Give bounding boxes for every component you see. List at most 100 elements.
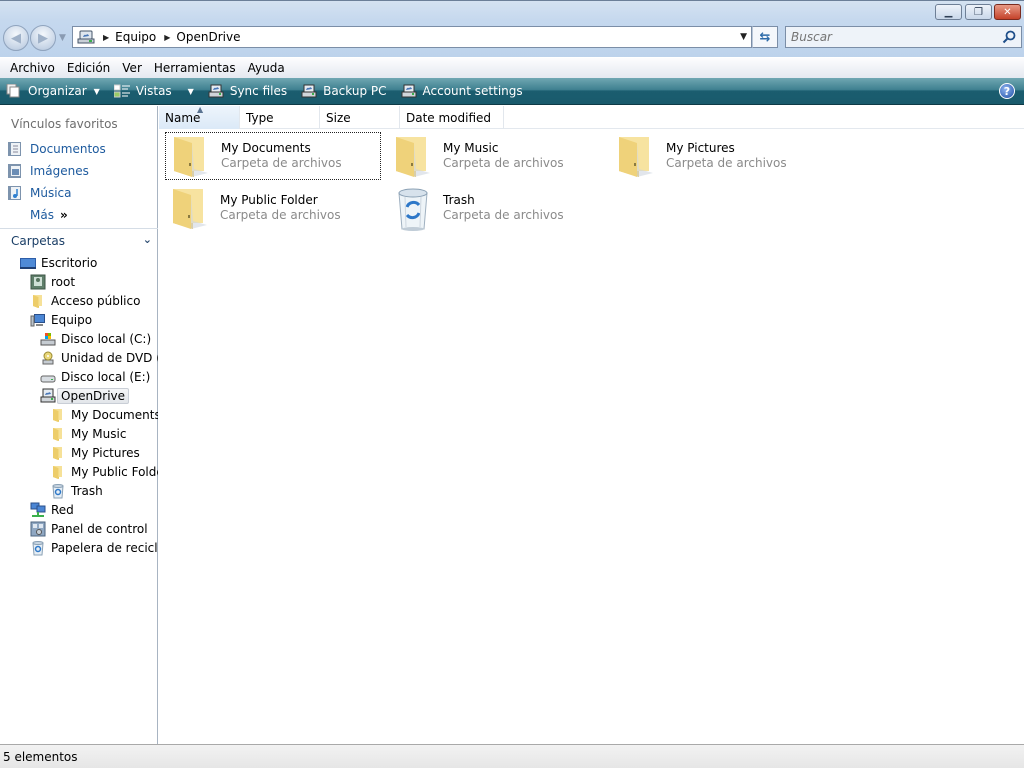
item-count: 5 elementos [3, 749, 78, 764]
minimize-button[interactable]: ▁ [935, 4, 962, 20]
folders-header[interactable]: Carpetas ⌄ [0, 228, 158, 252]
file-tile[interactable]: My Music Carpeta de archivos [388, 132, 604, 180]
views-button[interactable]: Vistas ▼ [113, 84, 194, 98]
tree-item-label: My Documents [71, 408, 158, 422]
tree-item[interactable]: Acceso público [30, 292, 158, 310]
chevron-down-icon[interactable]: ⌄ [143, 233, 152, 246]
file-tile[interactable]: My Pictures Carpeta de archivos [611, 132, 827, 180]
file-name: My Pictures [666, 141, 735, 155]
opendrive-icon [208, 84, 224, 98]
file-name: My Music [443, 141, 499, 155]
restore-icon: ❐ [974, 6, 983, 18]
tree-item[interactable]: root [30, 273, 158, 291]
tree-item[interactable]: Unidad de DVD (D [40, 349, 158, 367]
opendrive-icon [77, 30, 95, 44]
recent-pages-dropdown[interactable]: ▼ [59, 33, 66, 43]
column-size[interactable]: Size [320, 106, 400, 129]
tree-item-label: Equipo [51, 313, 93, 327]
command-bar: Organizar ▼ Vistas ▼ Sync files Backup P… [0, 78, 1024, 105]
folder-icon [168, 133, 214, 179]
tree-item-label: Panel de control [51, 522, 148, 536]
tree-item[interactable]: Panel de control [30, 520, 158, 538]
navigation-pane: Vínculos favoritos Documentos Imágenes M… [0, 106, 158, 744]
music-icon [8, 186, 21, 200]
recycle-bin-icon [390, 185, 436, 231]
backup-pc-button[interactable]: Backup PC [301, 84, 387, 98]
breadcrumb-separator-icon[interactable]: ▶ [164, 33, 170, 42]
menu-herramientas[interactable]: Herramientas [148, 61, 242, 75]
file-tile[interactable]: Trash Carpeta de archivos [388, 184, 604, 232]
tree-item[interactable]: My Music [50, 425, 158, 443]
account-settings-button[interactable]: Account settings [401, 84, 523, 98]
address-bar[interactable]: ▶ Equipo ▶ OpenDrive ▼ [72, 26, 752, 48]
tree-item-label: Papelera de reciclaje [51, 541, 158, 555]
close-button[interactable]: ✕ [994, 4, 1021, 20]
address-dropdown-icon[interactable]: ▼ [740, 32, 747, 42]
restore-button[interactable]: ❐ [965, 4, 992, 20]
breadcrumb-equipo[interactable]: Equipo [115, 30, 156, 44]
file-type: Carpeta de archivos [443, 156, 564, 170]
search-box[interactable] [785, 26, 1022, 48]
tree-item[interactable]: Disco local (C:) [40, 330, 158, 348]
folder-icon [50, 426, 66, 442]
column-type[interactable]: Type [240, 106, 320, 129]
sync-files-label: Sync files [229, 84, 288, 98]
more-label: Más [30, 208, 54, 222]
favorites-title: Vínculos favoritos [11, 117, 118, 131]
explorer-window: ▁ ❐ ✕ ◀ ▶ ▼ ▶ Equipo ▶ OpenDrive ▼ ⇆ Bus… [0, 0, 1024, 768]
file-name: Trash [443, 193, 475, 207]
close-icon: ✕ [1003, 6, 1012, 18]
column-name[interactable]: ▲ Name [159, 105, 240, 129]
column-date-modified[interactable]: Date modified [400, 106, 504, 129]
menu-bar: Archivo Edición Ver Herramientas Ayuda [0, 57, 1024, 78]
file-tile[interactable]: My Public Folder Carpeta de archivos [165, 184, 381, 232]
favorite-imagenes[interactable]: Imágenes [7, 162, 89, 180]
menu-edicion[interactable]: Edición [61, 61, 116, 75]
folder-icon [167, 185, 213, 231]
favorite-documentos[interactable]: Documentos [7, 140, 106, 158]
sync-files-button[interactable]: Sync files [208, 84, 287, 98]
tree-item-label: Trash [71, 484, 103, 498]
tree-item[interactable]: Disco local (E:) [40, 368, 158, 386]
system-drive-icon [40, 331, 56, 347]
organize-button[interactable]: Organizar ▼ [6, 84, 100, 98]
tree-item[interactable]: My Documents [50, 406, 158, 424]
tree-item[interactable]: Red [30, 501, 158, 519]
organize-dropdown-icon: ▼ [93, 86, 100, 96]
favorite-musica[interactable]: Música [7, 184, 72, 202]
tree-item[interactable]: OpenDrive [40, 387, 158, 405]
tree-item[interactable]: Equipo [30, 311, 158, 329]
opendrive-icon [301, 84, 317, 98]
computer-icon [30, 312, 46, 328]
recycle-bin-icon [50, 483, 66, 499]
tree-item[interactable]: My Pictures [50, 444, 158, 462]
back-button[interactable]: ◀ [3, 25, 29, 51]
forward-arrow-icon: ▶ [38, 30, 48, 46]
tree-item-label: My Music [71, 427, 127, 441]
tree-item[interactable]: My Public Folde [50, 463, 158, 481]
menu-ayuda[interactable]: Ayuda [242, 61, 291, 75]
more-favorites-link[interactable]: Más » [30, 206, 68, 224]
breadcrumb-opendrive[interactable]: OpenDrive [176, 30, 240, 44]
file-tile[interactable]: My Documents Carpeta de archivos [165, 132, 381, 180]
search-input[interactable] [786, 30, 986, 44]
forward-button[interactable]: ▶ [30, 25, 56, 51]
menu-archivo[interactable]: Archivo [4, 61, 61, 75]
search-icon[interactable] [1002, 30, 1016, 44]
folder-icon [613, 133, 659, 179]
file-type: Carpeta de archivos [666, 156, 787, 170]
refresh-button[interactable]: ⇆ [752, 26, 778, 48]
tree-item-label: root [51, 275, 76, 289]
opendrive-icon [40, 388, 56, 404]
tree-item[interactable]: Escritorio [20, 254, 158, 272]
tree-item[interactable]: Papelera de reciclaje [30, 539, 158, 557]
backup-pc-label: Backup PC [323, 84, 387, 98]
breadcrumb-separator-icon[interactable]: ▶ [103, 33, 109, 42]
tree-item-label: OpenDrive [57, 388, 130, 404]
tree-item[interactable]: Trash [50, 482, 158, 500]
favorite-label: Documentos [30, 142, 106, 156]
user-icon [30, 274, 46, 290]
drive-icon [40, 369, 56, 385]
help-icon[interactable]: ? [999, 83, 1015, 99]
menu-ver[interactable]: Ver [116, 61, 148, 75]
